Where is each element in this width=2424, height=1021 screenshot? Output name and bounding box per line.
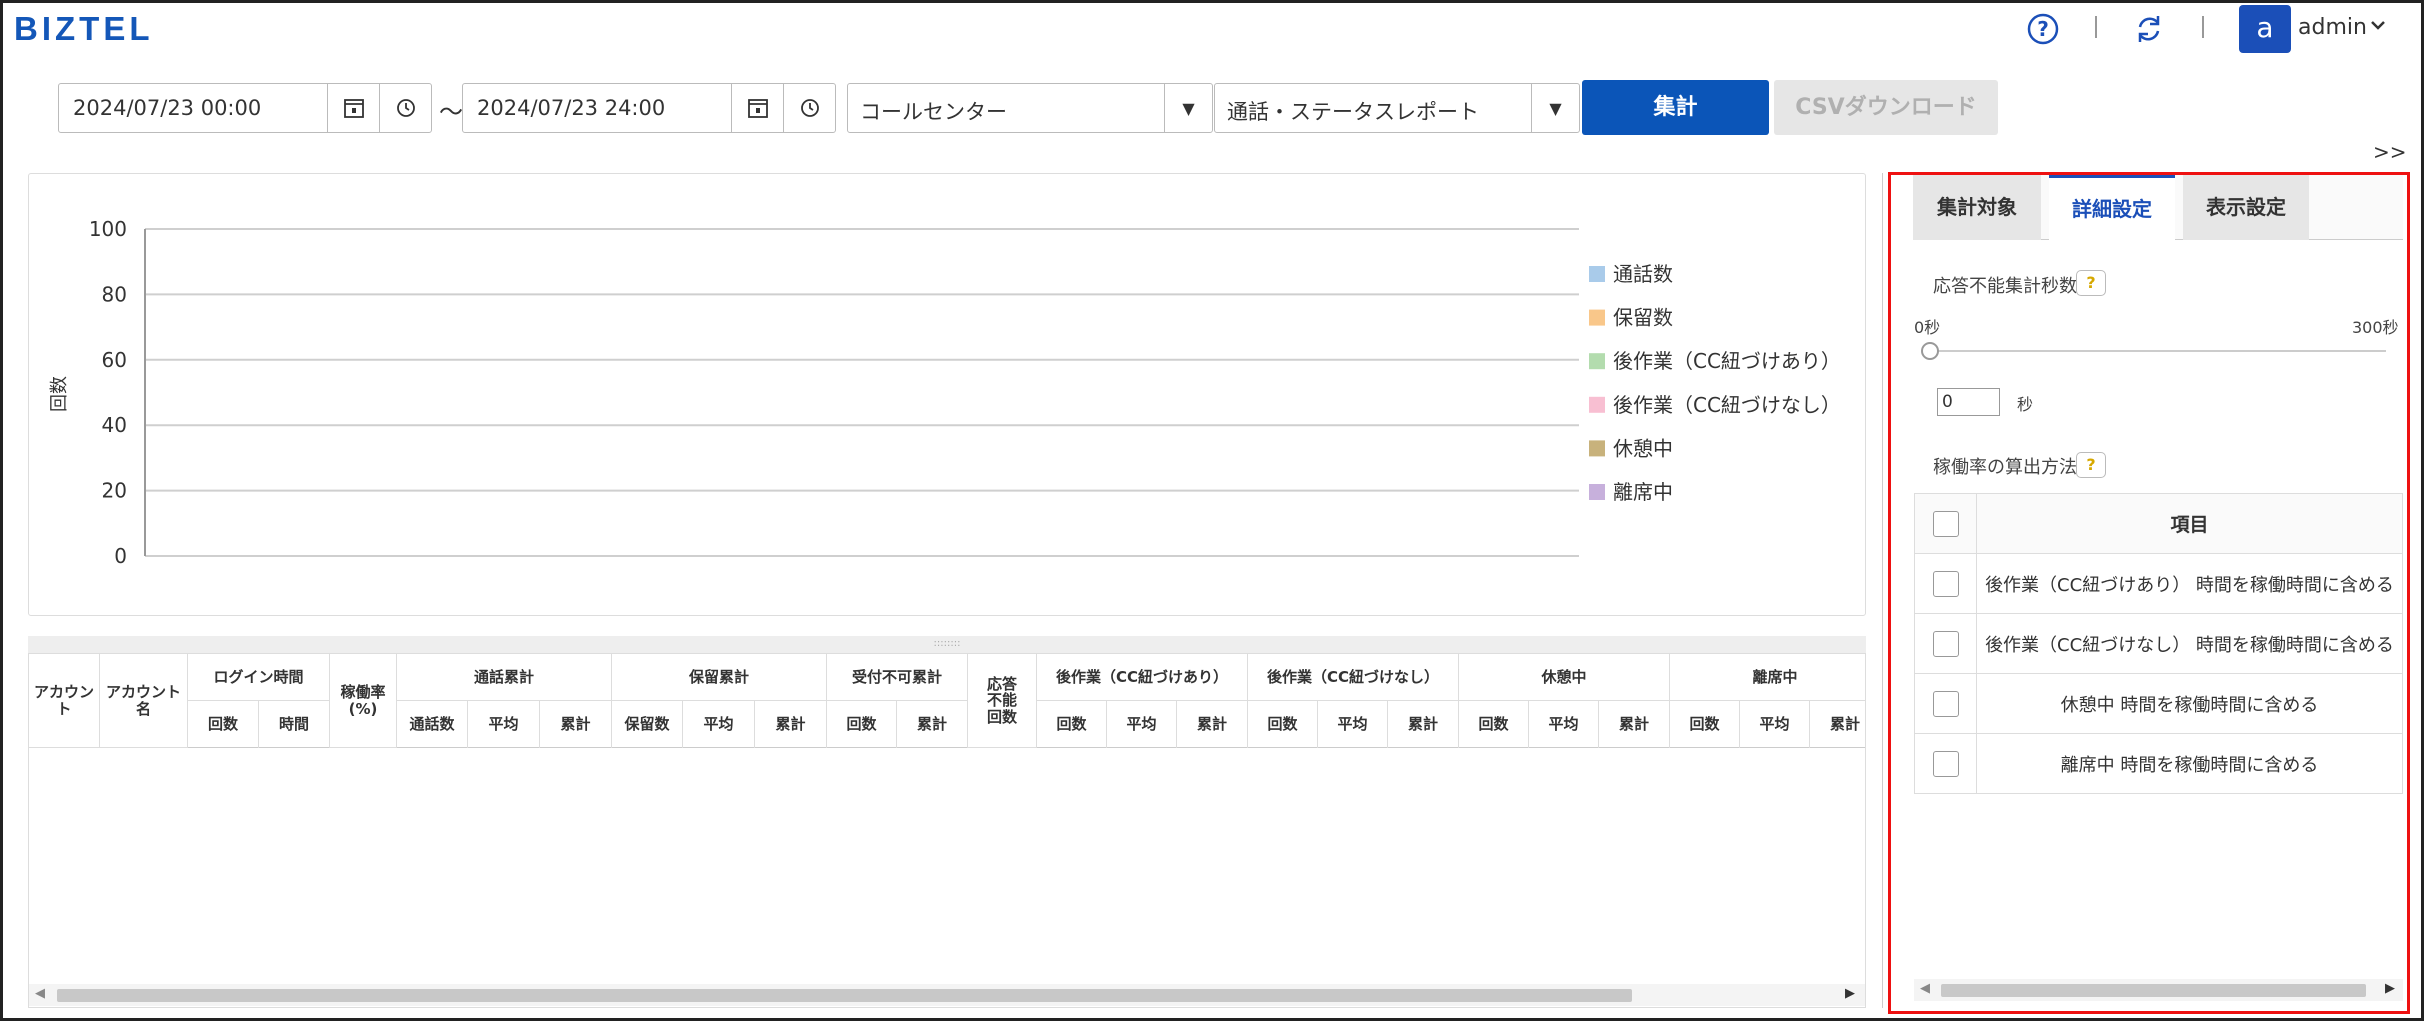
end-datetime-value: 2024/07/23 24:00	[477, 96, 666, 120]
col-hold-count[interactable]: 保留数	[612, 701, 683, 748]
range-separator: ～	[439, 98, 463, 126]
legend-item: 離席中	[1613, 480, 1673, 504]
col-wrap-nocc: 後作業（CC紐づけなし）	[1248, 654, 1459, 701]
group-select[interactable]: コールセンター ▼	[847, 83, 1213, 133]
report-select-value: 通話・ステータスレポート	[1227, 100, 1479, 124]
aggregate-button[interactable]: 集計	[1582, 80, 1769, 135]
y-tick-label: 80	[102, 282, 127, 306]
start-datetime-value: 2024/07/23 00:00	[73, 96, 262, 120]
dropdown-arrow-icon[interactable]: ▼	[1531, 84, 1579, 132]
col-wrap-nocc-avg[interactable]: 平均	[1318, 701, 1388, 748]
y-tick-label: 0	[114, 544, 127, 568]
y-axis-label: 回数	[49, 376, 70, 412]
header-divider	[2202, 16, 2204, 38]
calendar-icon[interactable]	[327, 84, 379, 132]
side-panel-divider[interactable]	[1882, 173, 1886, 1008]
col-call-count[interactable]: 通話数	[397, 701, 468, 748]
help-icon[interactable]: ?	[2026, 12, 2060, 46]
calendar-icon[interactable]	[731, 84, 783, 132]
col-hold-total: 保留累計	[612, 654, 827, 701]
legend-swatch	[1589, 266, 1605, 282]
col-away-count[interactable]: 回数	[1670, 701, 1740, 748]
col-wrap-cc-avg[interactable]: 平均	[1107, 701, 1177, 748]
col-reject-total: 受付不可累計	[827, 654, 968, 701]
col-login-time-value[interactable]: 時間	[259, 701, 330, 748]
col-break: 休憩中	[1459, 654, 1670, 701]
col-wrap-nocc-sum[interactable]: 累計	[1388, 701, 1459, 748]
scroll-left-icon[interactable]: ◀	[35, 986, 45, 1001]
y-tick-label: 40	[102, 413, 127, 437]
col-call-total: 通話累計	[397, 654, 612, 701]
col-account[interactable]: アカウント	[29, 654, 100, 748]
col-away-avg[interactable]: 平均	[1740, 701, 1810, 748]
col-reject-sum[interactable]: 累計	[897, 701, 968, 748]
chart-panel: 0 20 40 60 80 100 回数 通話数保留数後作業（CC紐づけあり） 後作業（CC紐づ…	[28, 173, 1866, 616]
refresh-icon[interactable]	[2132, 12, 2166, 46]
chevron-down-icon[interactable]	[2370, 17, 2386, 37]
y-tick-label: 60	[102, 348, 127, 372]
col-call-avg[interactable]: 平均	[468, 701, 540, 748]
clock-icon[interactable]	[783, 84, 835, 132]
header-divider	[2095, 16, 2097, 38]
table-horizontal-scrollbar[interactable]: ◀ ▶	[29, 984, 1865, 1006]
col-login-count[interactable]: 回数	[188, 701, 259, 748]
group-select-value: コールセンター	[860, 100, 1007, 124]
col-away-sum[interactable]: 累計	[1810, 701, 1865, 748]
legend-item: 保留数	[1613, 306, 1673, 330]
legend-item: 後作業（CC紐づけなし）	[1613, 393, 1841, 417]
csv-download-button[interactable]: CSVダウンロード	[1774, 80, 1998, 135]
end-datetime-field[interactable]: 2024/07/23 24:00	[462, 83, 836, 133]
col-utilization[interactable]: 稼働率(%)	[330, 654, 397, 748]
col-wrap-nocc-count[interactable]: 回数	[1248, 701, 1318, 748]
col-wrap-cc-sum[interactable]: 累計	[1177, 701, 1248, 748]
expand-panel-toggle[interactable]: >>	[2373, 140, 2407, 164]
legend-swatch	[1589, 353, 1605, 370]
col-call-sum[interactable]: 累計	[540, 701, 612, 748]
y-tick-label: 100	[89, 217, 127, 241]
col-break-avg[interactable]: 平均	[1529, 701, 1599, 748]
col-hold-avg[interactable]: 平均	[683, 701, 755, 748]
col-no-answer[interactable]: 応答不能回数	[968, 654, 1037, 748]
user-name[interactable]: admin	[2298, 15, 2367, 40]
scroll-right-icon[interactable]: ▶	[1845, 986, 1855, 1001]
col-wrap-cc-count[interactable]: 回数	[1037, 701, 1107, 748]
highlight-box	[1888, 172, 2410, 1014]
col-wrap-cc: 後作業（CC紐づけあり）	[1037, 654, 1248, 701]
legend-swatch	[1589, 396, 1605, 413]
svg-text:?: ?	[2037, 17, 2049, 41]
scrollbar-thumb[interactable]	[57, 989, 1632, 1002]
dropdown-arrow-icon[interactable]: ▼	[1164, 84, 1212, 132]
chart: 0 20 40 60 80 100 回数 通話数保留数後作業（CC紐づけあり） 後作業（CC紐づ…	[49, 217, 1841, 568]
col-account-name[interactable]: アカウント名	[100, 654, 188, 748]
legend-item: 通話数	[1613, 262, 1673, 286]
avatar[interactable]: a	[2239, 5, 2291, 53]
col-hold-sum[interactable]: 累計	[755, 701, 827, 748]
resize-splitter[interactable]: ::::::::	[28, 636, 1866, 653]
col-away: 離席中	[1670, 654, 1865, 701]
legend-item: 休憩中	[1613, 436, 1673, 460]
legend-swatch	[1589, 309, 1605, 326]
col-break-count[interactable]: 回数	[1459, 701, 1529, 748]
legend-swatch	[1589, 484, 1605, 500]
legend-swatch	[1589, 440, 1605, 457]
table-header: アカウント アカウント名 ログイン時間 回数 時間 稼働率(%) 通話累計 通話…	[29, 654, 1865, 748]
col-login-time: ログイン時間	[188, 654, 330, 701]
biztel-logo: BIZTEL	[14, 10, 154, 47]
start-datetime-field[interactable]: 2024/07/23 00:00	[58, 83, 432, 133]
col-break-sum[interactable]: 累計	[1599, 701, 1670, 748]
report-table: アカウント アカウント名 ログイン時間 回数 時間 稼働率(%) 通話累計 通話…	[28, 653, 1866, 1008]
y-tick-label: 20	[102, 479, 127, 503]
clock-icon[interactable]	[379, 84, 431, 132]
report-select[interactable]: 通話・ステータスレポート ▼	[1214, 83, 1580, 133]
col-reject-count[interactable]: 回数	[827, 701, 897, 748]
legend-item: 後作業（CC紐づけあり）	[1613, 349, 1841, 373]
